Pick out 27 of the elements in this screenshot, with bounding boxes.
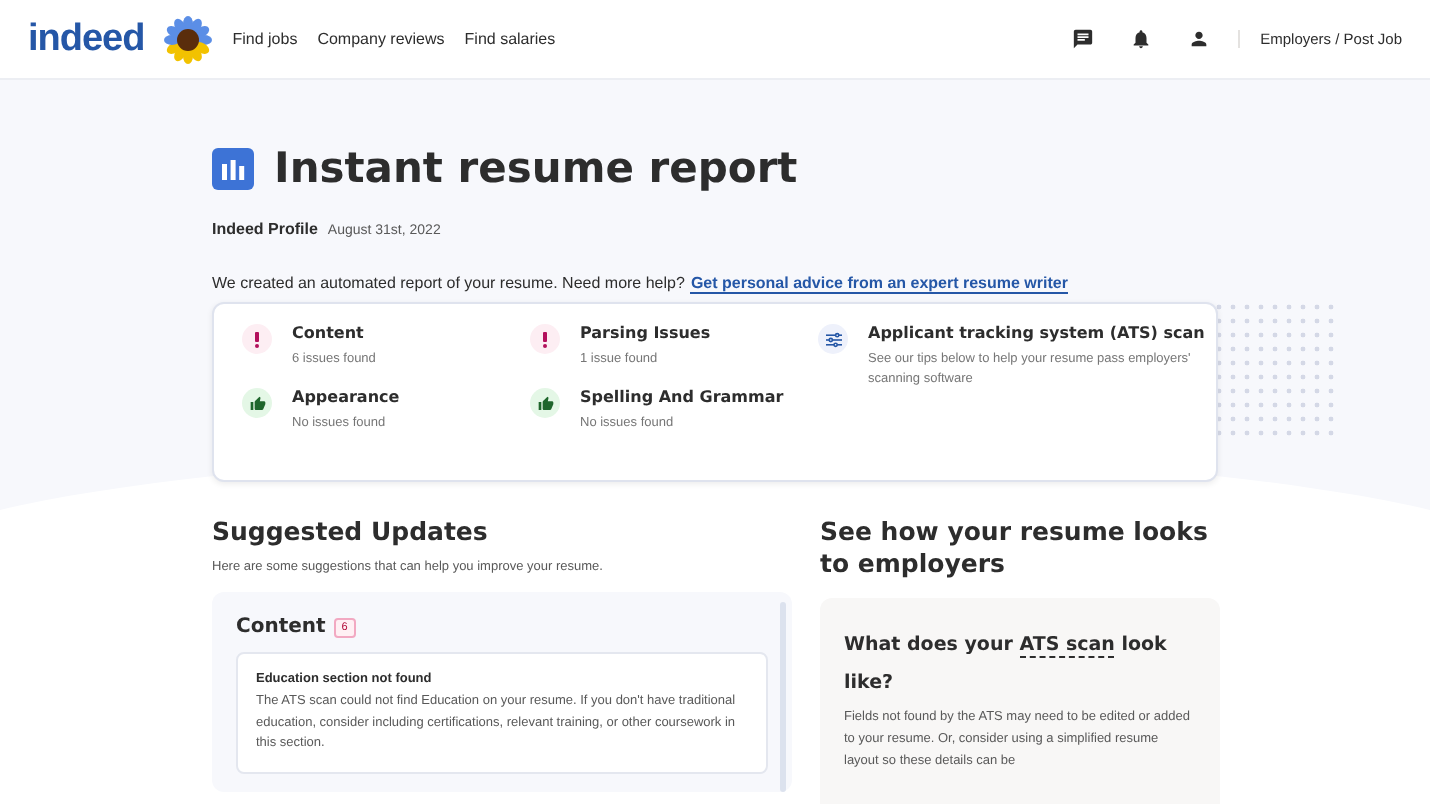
bar-chart-icon	[212, 147, 254, 189]
thumbs-up-icon	[242, 388, 272, 418]
help-link[interactable]: Get personal advice from an expert resume writer	[690, 274, 1068, 294]
sliders-icon	[818, 324, 848, 354]
intro-text: We created an automated report of your resume. Need more help?	[212, 274, 685, 294]
exclamation-icon	[530, 324, 560, 354]
section-heading: See how your resume looks to employers	[820, 516, 1210, 581]
thumbs-up-icon	[530, 388, 560, 418]
summary-title: Parsing Issues	[580, 324, 711, 342]
report-title: Instant resume report	[274, 144, 798, 192]
ats-question: What does your ATS scan look like?	[844, 631, 1169, 699]
nav-link[interactable]: Find salaries	[464, 30, 556, 48]
summary-title: Appearance	[292, 388, 400, 406]
exclamation-icon	[242, 324, 272, 354]
logo[interactable]: indeed	[28, 17, 145, 61]
summary-title: Spelling And Grammar	[580, 388, 784, 406]
section-heading: Suggested Updates	[212, 516, 490, 549]
summary-title: Content	[292, 324, 366, 342]
category-title: Content	[236, 616, 326, 639]
sunflower-icon	[164, 15, 213, 63]
nav-link[interactable]: Find jobs	[232, 30, 298, 48]
report-source: Indeed Profile	[212, 220, 318, 238]
messages-icon[interactable]	[1072, 28, 1095, 50]
nav-link[interactable]: Company reviews	[317, 30, 445, 48]
bell-icon[interactable]	[1130, 28, 1153, 50]
user-icon[interactable]	[1188, 28, 1211, 50]
summary-title: Applicant tracking system (ATS) scan	[868, 324, 1205, 342]
